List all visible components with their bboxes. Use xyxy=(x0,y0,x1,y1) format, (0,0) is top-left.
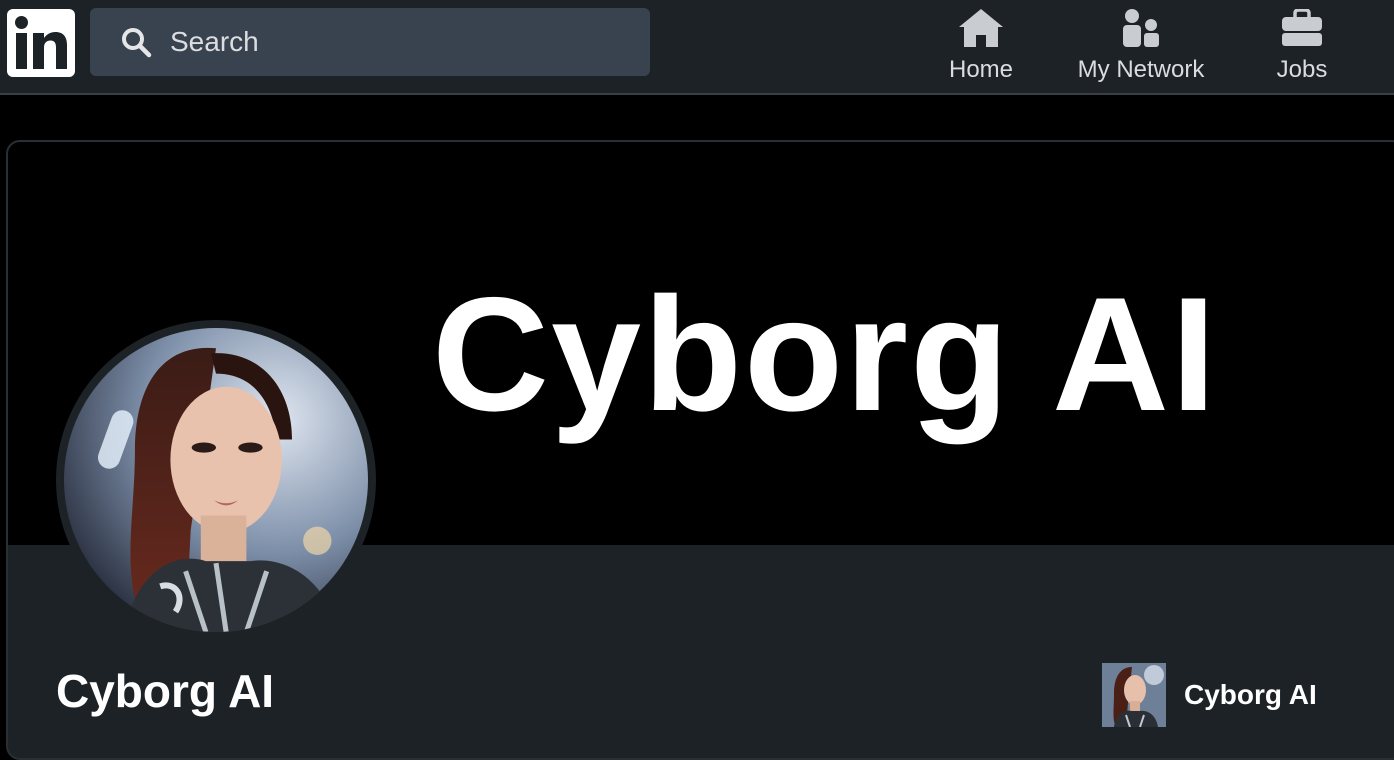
home-icon xyxy=(958,6,1004,50)
network-icon xyxy=(1121,6,1161,50)
nav-jobs[interactable]: Jobs xyxy=(1260,0,1344,93)
banner-title: Cyborg AI xyxy=(432,264,1218,445)
avatar-portrait-image xyxy=(64,328,368,632)
side-profile-name: Cyborg AI xyxy=(1184,679,1317,710)
search-icon xyxy=(120,26,152,58)
nav-home-label: Home xyxy=(948,56,1014,83)
mini-avatar[interactable] xyxy=(1102,663,1166,727)
nav-jobs-label: Jobs xyxy=(1276,56,1328,83)
nav-my-network-label: My Network xyxy=(1077,56,1205,83)
profile-avatar[interactable] xyxy=(56,320,376,640)
nav-my-network[interactable]: My Network xyxy=(1066,0,1216,93)
briefcase-icon xyxy=(1281,6,1323,50)
search-input[interactable] xyxy=(170,22,630,62)
side-profile-card[interactable]: Cyborg AI xyxy=(1102,663,1317,727)
top-navigation: Home My Network Jobs xyxy=(0,0,1394,95)
linkedin-logo[interactable] xyxy=(7,9,75,77)
profile-name: Cyborg AI xyxy=(56,665,275,717)
search-bar[interactable] xyxy=(90,8,650,76)
nav-home[interactable]: Home xyxy=(936,0,1026,93)
